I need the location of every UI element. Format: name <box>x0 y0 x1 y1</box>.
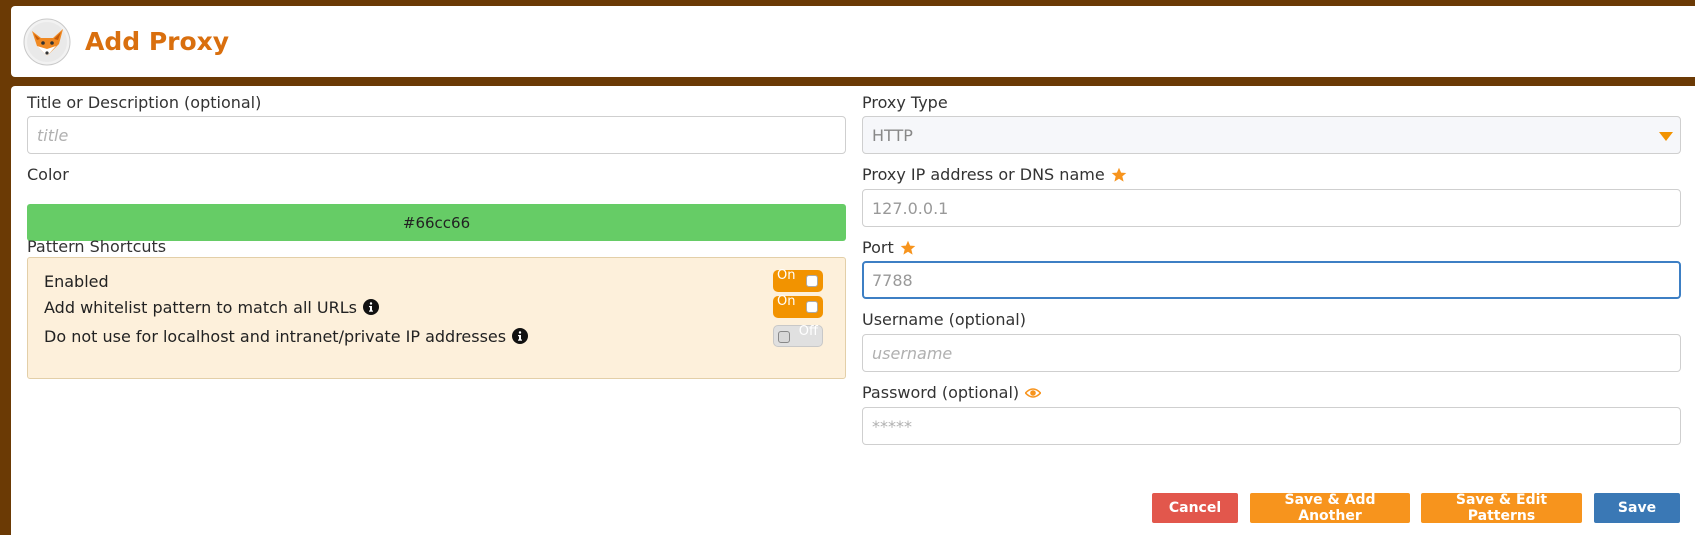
cancel-button[interactable]: Cancel <box>1152 493 1238 523</box>
save-button[interactable]: Save <box>1594 493 1680 523</box>
toggle-state: On <box>777 294 796 309</box>
password-label-wrap: Password (optional) <box>862 383 1042 402</box>
shortcut-label: Enabled <box>44 271 109 291</box>
chevron-down-icon <box>1659 132 1673 141</box>
username-label: Username (optional) <box>862 310 1026 329</box>
add-proxy-form: Title or Description (optional) title Co… <box>11 86 1695 535</box>
toggle-knob <box>806 301 818 313</box>
port-label: Port <box>862 238 894 257</box>
shortcut-label: Add whitelist pattern to match all URLs <box>44 297 358 317</box>
save-add-another-button[interactable]: Save & Add Another <box>1250 492 1410 524</box>
toggle-state: On <box>777 268 796 283</box>
proxy-type-label: Proxy Type <box>862 93 948 112</box>
proxy-ip-label: Proxy IP address or DNS name <box>862 165 1105 184</box>
title-input[interactable]: title <box>27 116 846 154</box>
whitelist-toggle[interactable]: On <box>773 294 823 318</box>
shortcut-row-localhost: Do not use for localhost and intranet/pr… <box>44 323 823 349</box>
toggle-knob <box>806 275 818 287</box>
shortcut-label-wrap: Do not use for localhost and intranet/pr… <box>44 326 529 346</box>
password-label: Password (optional) <box>862 383 1020 402</box>
toggle-state: Off <box>798 324 818 339</box>
shortcut-label-wrap: Add whitelist pattern to match all URLs <box>44 297 380 317</box>
eye-icon[interactable] <box>1025 385 1042 401</box>
toggle-knob <box>778 331 790 343</box>
info-icon[interactable] <box>363 299 380 315</box>
username-input[interactable]: username <box>862 334 1681 372</box>
pattern-shortcuts-label: Pattern Shortcuts <box>27 237 167 256</box>
proxy-type-value: HTTP <box>872 125 913 145</box>
color-picker[interactable]: #66cc66 <box>27 204 846 241</box>
star-icon <box>1111 167 1126 182</box>
page-title: Add Proxy <box>85 27 230 56</box>
shortcut-row-whitelist: Add whitelist pattern to match all URLs … <box>44 294 823 320</box>
info-icon[interactable] <box>512 328 529 344</box>
shortcut-label: Do not use for localhost and intranet/pr… <box>44 326 507 346</box>
proxy-type-select[interactable]: HTTP <box>862 116 1681 154</box>
pattern-shortcuts-box: Enabled On Add whitelist pattern to matc… <box>27 257 846 379</box>
password-input[interactable]: ***** <box>862 407 1681 445</box>
title-label: Title or Description (optional) <box>27 93 262 112</box>
star-icon <box>900 240 916 255</box>
save-edit-patterns-button[interactable]: Save & Edit Patterns <box>1421 492 1582 524</box>
proxy-ip-label-wrap: Proxy IP address or DNS name <box>862 165 1127 184</box>
color-label: Color <box>27 165 69 184</box>
port-label-wrap: Port <box>862 238 916 257</box>
shortcut-row-enabled: Enabled On <box>44 268 823 294</box>
localhost-toggle[interactable]: Off <box>773 324 823 347</box>
foxyproxy-logo-icon <box>23 18 71 65</box>
port-input[interactable]: 7788 <box>862 261 1681 299</box>
page-header: Add Proxy <box>11 6 1695 77</box>
proxy-ip-input[interactable]: 127.0.0.1 <box>862 189 1681 227</box>
enabled-toggle[interactable]: On <box>773 268 823 292</box>
